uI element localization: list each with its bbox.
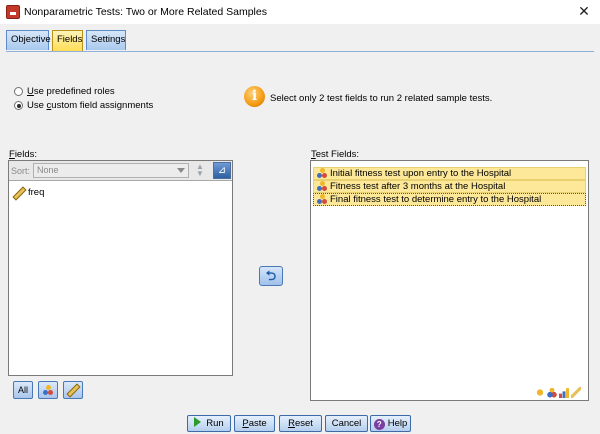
radio-label: Use predefined roles <box>27 86 115 97</box>
nominal-filter-button[interactable] <box>38 381 58 399</box>
list-item[interactable]: Final fitness test to determine entry to… <box>313 193 586 206</box>
tab-objective[interactable]: Objective <box>6 30 51 50</box>
dialog-body: Objective Fields Settings Use predefined… <box>0 24 600 434</box>
close-icon[interactable]: ✕ <box>576 3 592 19</box>
paste-button[interactable]: Paste <box>234 415 275 432</box>
test-fields-label: Test Fields: <box>311 149 360 160</box>
fields-list[interactable]: Sort: None ▲ ▼ ⊿ freq <box>8 160 233 376</box>
nominal-icon <box>316 181 328 192</box>
info-message: Select only 2 test fields to run 2 relat… <box>270 93 493 104</box>
fields-label: Fields: <box>9 149 37 160</box>
list-item[interactable]: Fitness test after 3 months at the Hospi… <box>313 180 586 193</box>
sort-label: Sort: <box>11 166 31 176</box>
scale-ruler-icon <box>67 384 78 395</box>
nominal-icon <box>42 385 54 396</box>
scale-filter-button[interactable] <box>63 381 83 399</box>
reset-button[interactable]: Reset <box>279 415 322 432</box>
sort-order-icon: ▲ ▼ <box>196 162 204 178</box>
tab-fields[interactable]: Fields <box>52 30 83 51</box>
sort-bar: Sort: None ▲ ▼ ⊿ <box>9 161 232 181</box>
measurement-level-icon[interactable]: ⊿ <box>213 162 231 179</box>
tab-divider <box>6 51 594 52</box>
title-bar: Nonparametric Tests: Two or More Related… <box>0 0 600 24</box>
chevron-down-icon <box>177 168 185 173</box>
scale-ruler-icon <box>13 187 24 198</box>
show-all-button[interactable]: All <box>13 381 33 399</box>
tab-settings[interactable]: Settings <box>86 30 126 50</box>
radio-predefined-roles[interactable]: Use predefined roles <box>14 86 115 97</box>
radio-custom-field-assignments[interactable]: Use custom field assignments <box>14 100 153 111</box>
measurement-legend <box>535 387 581 398</box>
app-icon <box>6 5 20 19</box>
test-fields-list[interactable]: Initial fitness test upon entry to the H… <box>310 160 589 401</box>
sort-select: None <box>33 163 189 178</box>
nominal-icon <box>316 168 328 179</box>
radio-button[interactable] <box>14 87 23 96</box>
move-left-button[interactable]: ⮌ <box>259 266 283 286</box>
nominal-ball-icon <box>535 387 545 398</box>
run-button[interactable]: Run <box>187 415 231 432</box>
list-item[interactable]: freq <box>13 185 44 199</box>
nominal-icon <box>316 194 328 205</box>
nominal-icon <box>547 387 557 398</box>
info-icon: i <box>244 86 265 107</box>
radio-label: Use custom field assignments <box>27 100 154 111</box>
ordinal-bars-icon <box>559 388 569 398</box>
window-title: Nonparametric Tests: Two or More Related… <box>24 6 267 18</box>
arrow-left-icon: ⮌ <box>265 268 277 283</box>
play-icon <box>194 417 202 427</box>
radio-button[interactable] <box>14 101 23 110</box>
scale-ruler-icon <box>571 387 581 398</box>
help-button[interactable]: ? Help <box>370 415 411 432</box>
cancel-button[interactable]: Cancel <box>325 415 368 432</box>
list-item[interactable]: Initial fitness test upon entry to the H… <box>313 167 586 180</box>
help-icon: ? <box>373 419 385 430</box>
